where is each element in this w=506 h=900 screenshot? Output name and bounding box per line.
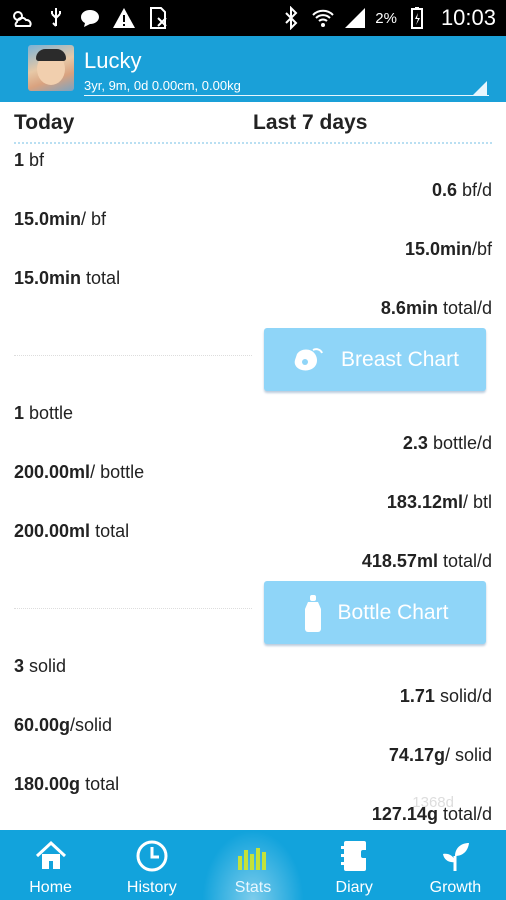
nav-stats[interactable]: Stats — [202, 830, 304, 900]
bottle-chart-button[interactable]: Bottle Chart — [264, 581, 486, 644]
breast-chart-button[interactable]: Breast Chart — [264, 328, 486, 391]
last7-heading: Last 7 days — [253, 111, 368, 134]
diary-icon — [341, 841, 370, 871]
breast-avg-total: 8.6min total/d — [380, 298, 492, 318]
bottle-today-count: 1 bottle — [14, 403, 74, 423]
solid-today-total: 180.00g total — [14, 774, 120, 794]
status-clock: 10:03 — [440, 5, 496, 30]
avatar[interactable] — [28, 45, 74, 91]
bluetooth-icon — [285, 6, 298, 30]
battery-percent: 2% — [375, 9, 397, 27]
signal-icon — [345, 8, 366, 28]
bottle-avg-amount: 183.12ml/ btl — [386, 492, 492, 512]
today-heading: Today — [14, 111, 75, 134]
bottle-today-amount: 200.00ml/ bottle — [14, 462, 145, 482]
bottle-today-total: 200.00ml total — [14, 521, 130, 541]
profile-header[interactable]: Lucky 3yr, 9m, 0d 0.00cm, 0.00kg — [0, 36, 506, 102]
breast-avg-duration: 15.0min/bf — [404, 239, 492, 259]
bottle-icon — [304, 594, 321, 632]
nav-diary[interactable]: Diary — [304, 830, 405, 900]
status-bar: 2% 10:03 — [0, 0, 506, 36]
bottom-nav: Home History Stats Diary Growth — [0, 830, 506, 900]
solid-today-count: 3 solid — [14, 656, 67, 676]
breast-avg-count: 0.6 bf/d — [431, 180, 492, 200]
breast-today-duration: 15.0min/ bf — [14, 209, 107, 229]
warning-icon — [113, 8, 135, 28]
breast-icon — [294, 347, 323, 370]
bottle-avg-count: 2.3 bottle/d — [402, 433, 492, 453]
nav-history-label: History — [126, 879, 177, 896]
home-icon — [35, 840, 66, 869]
breast-today-total: 15.0min total — [14, 268, 121, 288]
profile-dropdown-indicator[interactable] — [473, 81, 487, 95]
days-watermark: 1368d — [412, 794, 454, 811]
solid-avg-count: 1.71 solid/d — [399, 686, 492, 706]
header-underline — [84, 95, 489, 96]
baby-name: Lucky — [84, 48, 142, 73]
growth-icon — [443, 843, 470, 871]
nav-home[interactable]: Home — [0, 830, 101, 900]
section-divider — [14, 608, 252, 609]
weather-icon — [13, 11, 32, 27]
bottle-avg-total: 418.57ml total/d — [361, 551, 492, 571]
nav-history[interactable]: History — [101, 830, 202, 900]
nav-home-label: Home — [29, 879, 72, 896]
nav-stats-label: Stats — [234, 879, 272, 896]
nav-growth-label: Growth — [429, 879, 482, 896]
heading-divider — [14, 142, 492, 144]
stats-icon — [238, 848, 266, 870]
no-sim-icon — [150, 7, 167, 29]
breast-today-count: 1 bf — [14, 150, 45, 170]
nav-growth[interactable]: Growth — [405, 830, 506, 900]
history-icon — [136, 840, 168, 872]
battery-icon — [410, 7, 423, 29]
nav-diary-label: Diary — [335, 879, 373, 896]
breast-chart-label: Breast Chart — [341, 347, 459, 371]
bottle-chart-label: Bottle Chart — [337, 600, 449, 624]
solid-avg-amount: 74.17g/ solid — [388, 745, 492, 765]
usb-icon — [51, 8, 61, 27]
chat-icon — [81, 10, 99, 27]
solid-today-amount: 60.00g/solid — [14, 715, 113, 735]
baby-details: 3yr, 9m, 0d 0.00cm, 0.00kg — [84, 78, 241, 93]
section-divider — [14, 355, 252, 356]
wifi-icon — [312, 9, 334, 27]
